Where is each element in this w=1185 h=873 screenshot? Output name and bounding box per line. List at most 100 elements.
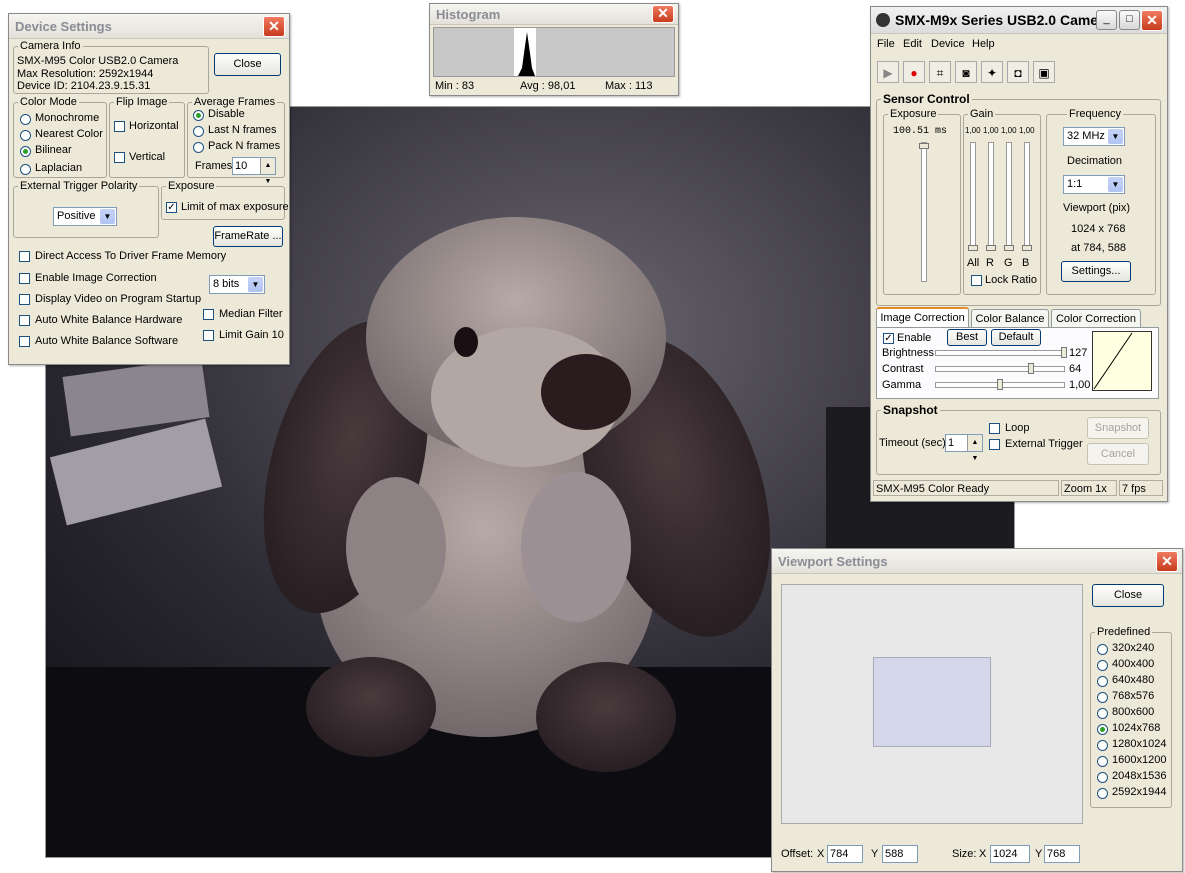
preset-320x240-radio[interactable] — [1097, 644, 1108, 655]
timeout-spinner-icon[interactable]: ▲ ▼ — [967, 435, 982, 462]
frames-spinner-icon[interactable]: ▲ ▼ — [260, 158, 275, 185]
exposure-slider-thumb[interactable] — [919, 143, 929, 149]
pack-n-frames-label: Pack N frames — [208, 140, 281, 152]
horizontal-checkbox[interactable] — [114, 121, 125, 132]
brightness-slider-thumb[interactable] — [1061, 347, 1067, 358]
pack-n-frames-radio[interactable] — [193, 142, 204, 153]
direct-access-checkbox[interactable] — [19, 251, 30, 262]
video-camera-icon[interactable]: ◘ — [1007, 61, 1029, 83]
close-icon[interactable]: ✕ — [1156, 551, 1178, 572]
minimize-icon[interactable]: _ — [1096, 10, 1117, 30]
preset-1024x768-radio[interactable] — [1097, 724, 1108, 735]
frames-input[interactable]: 10 ▲ ▼ — [232, 157, 276, 185]
disable-radio[interactable] — [193, 110, 204, 121]
brightness-slider[interactable] — [935, 350, 1065, 356]
gain-all-slider-thumb[interactable] — [968, 245, 978, 251]
menu-file[interactable]: File — [877, 38, 895, 50]
device-settings-titlebar[interactable]: Device Settings ✕ — [9, 14, 289, 39]
preset-400x400-radio[interactable] — [1097, 660, 1108, 671]
tab-image-correction[interactable]: Image Correction — [876, 307, 969, 327]
gain-b-slider[interactable] — [1024, 142, 1030, 250]
cancel-button[interactable]: Cancel — [1087, 443, 1149, 465]
crop-icon[interactable]: ⌗ — [929, 61, 951, 83]
enable-correction-checkbox[interactable] — [19, 273, 30, 284]
viewport-region-rect[interactable] — [873, 657, 991, 747]
snapshot-button[interactable]: Snapshot — [1087, 417, 1149, 439]
gamma-slider-thumb[interactable] — [997, 379, 1003, 390]
gain-r-slider[interactable] — [988, 142, 994, 250]
menu-device[interactable]: Device — [931, 38, 965, 50]
camera-star-icon[interactable]: ✦ — [981, 61, 1003, 83]
trigger-polarity-legend: External Trigger Polarity — [20, 180, 138, 192]
external-trigger-checkbox[interactable] — [989, 439, 1000, 450]
trigger-polarity-select[interactable]: Positive ▼ — [53, 207, 117, 226]
frequency-select[interactable]: 32 MHz ▼ — [1063, 127, 1125, 146]
bilinear-radio[interactable] — [20, 146, 31, 157]
gain-all-slider[interactable] — [970, 142, 976, 250]
timeout-input[interactable]: 1 ▲ ▼ — [945, 434, 983, 462]
last-n-frames-radio[interactable] — [193, 126, 204, 137]
awb-hardware-checkbox[interactable] — [19, 315, 30, 326]
offset-label: Offset: — [781, 848, 814, 860]
gain-g-slider[interactable] — [1006, 142, 1012, 250]
menu-help[interactable]: Help — [972, 38, 995, 50]
contrast-slider[interactable] — [935, 366, 1065, 372]
bit-depth-select[interactable]: 8 bits ▼ — [209, 275, 265, 294]
gain-b-slider-thumb[interactable] — [1022, 245, 1032, 251]
camera-icon[interactable]: ◙ — [955, 61, 977, 83]
preset-800x600-radio[interactable] — [1097, 708, 1108, 719]
camera-titlebar[interactable]: SMX-M9x Series USB2.0 Camera _ □ ✕ — [871, 7, 1167, 34]
viewport-titlebar[interactable]: Viewport Settings ✕ — [772, 549, 1182, 574]
limit-gain-checkbox[interactable] — [203, 330, 214, 341]
lock-ratio-checkbox[interactable] — [971, 275, 982, 286]
size-x-input[interactable]: 1024 — [990, 845, 1030, 863]
exposure-slider[interactable] — [921, 142, 927, 282]
tab-color-balance[interactable]: Color Balance — [971, 309, 1049, 327]
tab-color-correction[interactable]: Color Correction — [1051, 309, 1141, 327]
nearest-color-radio[interactable] — [20, 130, 31, 141]
loop-checkbox[interactable] — [989, 423, 1000, 434]
preset-2592x1944-radio[interactable] — [1097, 788, 1108, 799]
preset-320x240-label: 320x240 — [1112, 642, 1155, 654]
close-icon[interactable]: ✕ — [263, 16, 285, 37]
menu-edit[interactable]: Edit — [903, 38, 922, 50]
median-filter-checkbox[interactable] — [203, 309, 214, 320]
close-icon[interactable]: ✕ — [1141, 10, 1163, 31]
vertical-checkbox[interactable] — [114, 152, 125, 163]
display-startup-checkbox[interactable] — [19, 294, 30, 305]
close-button[interactable]: Close — [1092, 584, 1164, 607]
preset-768x576-radio[interactable] — [1097, 692, 1108, 703]
awb-software-checkbox[interactable] — [19, 336, 30, 347]
camera-info-legend: Camera Info — [20, 40, 81, 52]
monochrome-radio[interactable] — [20, 114, 31, 125]
disable-label: Disable — [208, 108, 245, 120]
settings-button[interactable]: Settings... — [1061, 261, 1131, 282]
preset-640x480-radio[interactable] — [1097, 676, 1108, 687]
preset-1600x1200-radio[interactable] — [1097, 756, 1108, 767]
viewport-preview-area[interactable] — [781, 584, 1083, 824]
laplacian-radio[interactable] — [20, 164, 31, 175]
close-icon[interactable]: ✕ — [652, 5, 674, 23]
frequency-legend: Frequency — [1069, 108, 1121, 120]
play-icon[interactable]: ▶ — [877, 61, 899, 83]
decimation-select[interactable]: 1:1 ▼ — [1063, 175, 1125, 194]
histogram-titlebar[interactable]: Histogram ✕ — [430, 4, 678, 25]
video-camera-off-icon[interactable]: ▣ — [1033, 61, 1055, 83]
preset-800x600-label: 800x600 — [1112, 706, 1155, 718]
preset-2048x1536-radio[interactable] — [1097, 772, 1108, 783]
default-button[interactable]: Default — [991, 329, 1041, 346]
gain-g-slider-thumb[interactable] — [1004, 245, 1014, 251]
offset-y-input[interactable]: 588 — [882, 845, 918, 863]
contrast-slider-thumb[interactable] — [1028, 363, 1034, 374]
best-button[interactable]: Best — [947, 329, 987, 346]
record-icon[interactable]: ● — [903, 61, 925, 83]
offset-x-input[interactable]: 784 — [827, 845, 863, 863]
limit-exposure-checkbox[interactable]: ✓ — [166, 202, 177, 213]
close-button[interactable]: Close — [214, 53, 281, 76]
maximize-icon[interactable]: □ — [1119, 10, 1140, 30]
enable-correction-checkbox[interactable]: ✓ — [883, 333, 894, 344]
gain-r-slider-thumb[interactable] — [986, 245, 996, 251]
preset-1280x1024-radio[interactable] — [1097, 740, 1108, 751]
framerate-button[interactable]: FrameRate ... — [213, 226, 283, 247]
size-y-input[interactable]: 768 — [1044, 845, 1080, 863]
